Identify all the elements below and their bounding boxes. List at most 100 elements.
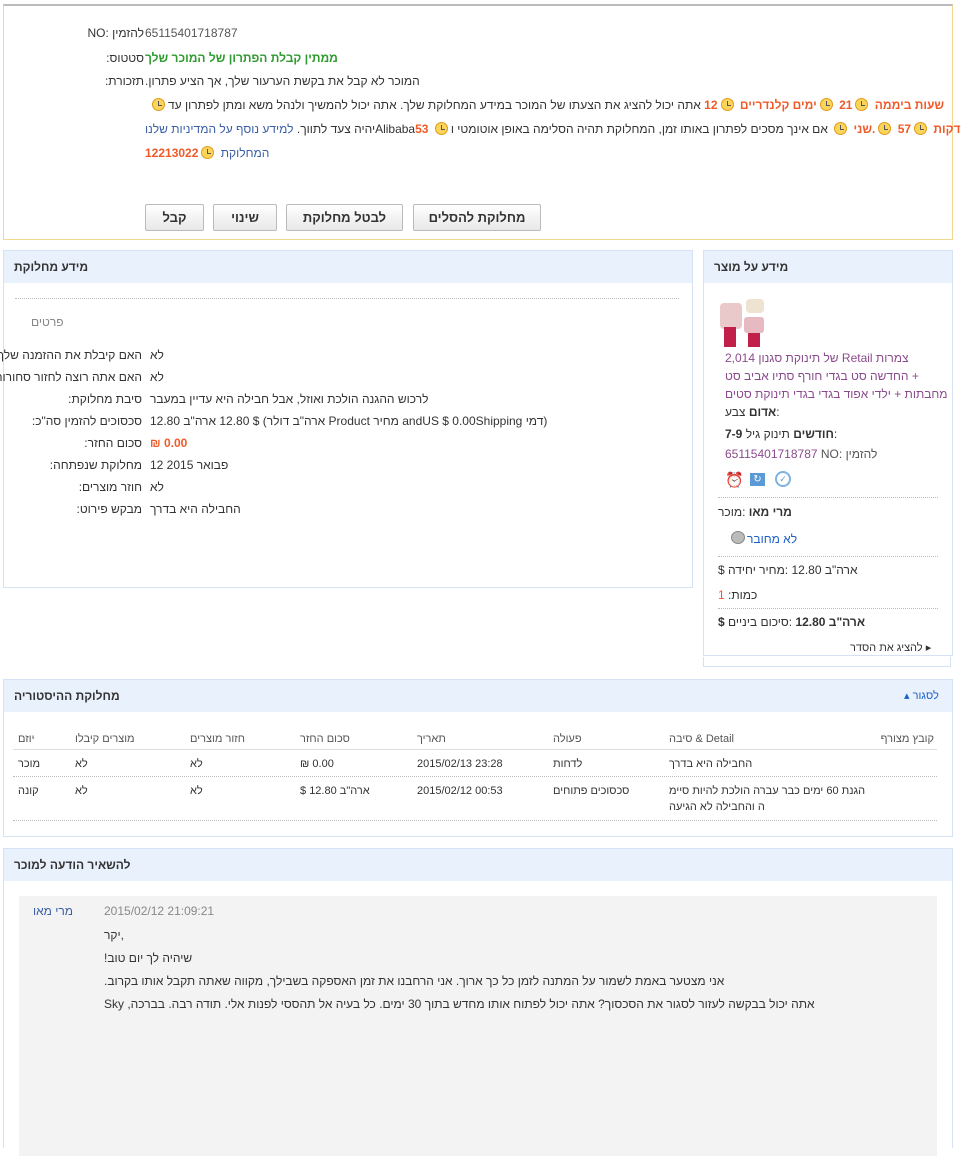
dispute-field-label: :סכסוכים להזמין סה"כ [31,414,142,428]
clock-icon [720,98,734,111]
unit-price-label: :מחיר יחידה [728,563,789,577]
offline-status-link[interactable]: לא מחובר [747,532,797,546]
countdown-days-unit: ימים קלנדריים [739,98,817,112]
order-number-value: 65115401718787 [145,26,238,40]
history-cell: הגנת 60 ימים כבר עברה הולכת להיות סיימ [669,785,866,797]
message-panel: להשאיר הודעה למוכר מרי מאו 2015/02/12 21… [3,848,953,1156]
dispute-field-label: :סיבת מחלוקת [68,392,142,406]
message-time: 2015/02/12 21:09:21 [104,904,215,918]
product-info-title: מידע על מוצר [704,251,952,283]
message-line: .אני מצטער באמת לשמור על המתנה לזמן כל כ… [104,974,725,988]
escalation-text: אם אינך מסכים לפתרון באותו זמן, המחלוקת … [450,122,828,136]
dispute-field-label: האם קיבלת את ההזמנה שלך [0,348,142,362]
clock-icon [855,98,869,111]
dispute-field-value: לרכוש ההגנה הולכת ואוזל, אבל חבילה היא ע… [150,392,429,406]
countdown-minutes: 53 [415,122,429,136]
policy-link[interactable]: למידע נוסף על המדיניות שלנו [145,122,294,136]
dispute-field-value: לא [150,348,164,362]
message-line: Sky ,אתה יכול בבקשה לעזור לסגור את הסכסו… [104,997,815,1011]
history-cell: לא [190,785,203,797]
dispute-field-label: האם אתה רוצה לחזור סחורות [0,370,142,384]
countdown-line-3: המחלוקת 12213022 [145,146,269,160]
dispute-history-panel: מחלוקת ההיסטוריה ▴ לסגור יוזם מוצרים קיבל… [3,679,953,837]
dispute-number: 12213022 [145,146,199,160]
history-cell: 2015/02/13 23:28 [417,758,503,770]
history-column-header: יוזם [18,733,35,745]
alarm-icon[interactable]: ⏰ [725,471,744,489]
mediation-text: יהיה צעד לתווך. [296,122,376,136]
countdown-hours-unit: שעות ביממה [874,98,945,112]
seller-label: :מוכר [718,505,746,519]
clock-icon [152,98,165,111]
history-cell: ₪ 0.00 [300,758,334,770]
product-image[interactable] [720,299,768,349]
dispute-field-value: ₪ 0.00 [150,436,188,450]
accept-button[interactable]: קבל [145,204,204,231]
reminder-label: :תזכורת [104,74,144,88]
dispute-field-label: :מחלוקת שנפתחה [49,458,142,472]
countdown-line-1: שעות ביממה 21 ימים קלנדריים 12 אתה יכול … [149,98,944,112]
details-section-label: פרטים [31,315,64,329]
history-cell: ה והחבילה לא הגיעה [669,801,765,813]
dispute-info-panel: מידע מחלוקת פרטים האם קיבלת את ההזמנה של… [0,250,693,588]
countdown-line-2: יהיה צעד לתווך. למידע נוסף על המדיניות ש… [145,122,960,136]
dispute-link[interactable]: המחלוקת [221,146,270,160]
clock-icon [914,122,928,135]
history-column-header: מוצרים קיבלו [75,733,135,745]
history-column-header: קובץ מצורף [880,733,934,745]
show-order-link[interactable]: להציג את הסדר ▸ [850,641,931,654]
countdown-text: אתה יכול להציג את הצעתו של המוכר במידע ה… [168,98,701,112]
dispute-field-value: החבילה היא בדרך [150,502,241,516]
clock-icon [834,122,848,135]
countdown-seconds: 57 [897,122,912,136]
product-name-line-1[interactable]: של תינוקת סגנון 2,014 Retail צמרות [725,351,909,365]
history-cell: 2015/02/12 00:53 [417,785,503,797]
product-order-value: 65115401718787 [725,447,818,461]
dispute-field-value: 12 2015 פבואר [150,458,229,472]
reminder-value: .המוכר לא קבל את בקשת הערעור שלך, אך הצי… [145,74,420,88]
history-column-header: חזור מוצרים [190,733,245,745]
escalate-dispute-button[interactable]: מחלוקת להסלים [413,204,541,231]
product-name-line-2[interactable]: החדשה סט בגדי חורף סתיו אביב סט + [725,369,919,383]
subtotal-label: :סיכום ביניים [728,615,793,629]
dispute-info-title: מידע מחלוקת [4,251,692,283]
message-line: !שיהיה לך יום טוב [104,951,193,965]
cancel-dispute-button[interactable]: לבטל מחלוקת [286,204,403,231]
history-cell: החבילה היא בדרך [669,758,753,770]
history-column-header: סיבה & Detail [669,733,734,745]
product-panel-footer [703,657,951,667]
history-cell: קונה [18,785,39,797]
history-cell: מוכר [18,758,41,770]
status-label: :סטטוס [106,51,144,65]
chat-offline-icon [731,531,745,544]
product-name-line-3[interactable]: מחבתות + ילדי אפוד בגדי בגדי תינוקת סטים [725,387,948,401]
clock-icon [878,122,892,135]
message-author[interactable]: מרי מאו [33,904,73,918]
countdown-seconds-unit: .שני [853,122,876,136]
seller-name[interactable]: מרי מאו [749,505,792,519]
countdown-minutes-unit: דקות [933,122,961,136]
history-cell: סכסוכים פתוחים [553,785,630,797]
dispute-history-title: מחלוקת ההיסטוריה [4,680,952,712]
history-cell: לא [75,785,88,797]
modify-button[interactable]: שינוי [213,204,277,231]
message-line: יקר, [104,928,124,942]
dispute-field-label: :סכום החזר [84,436,142,450]
quantity-label: :כמות [728,588,758,602]
clock-icon [201,146,215,159]
history-cell: $ ארה"ב 12.80 [300,785,370,797]
dispute-field-value: לא [150,480,164,494]
alibaba-text: Alibaba [375,122,416,136]
close-history-toggle[interactable]: ▴ לסגור [904,689,939,702]
history-column-header: תאריך [417,733,446,745]
order-number-label: NO: להזמין [87,26,144,40]
dispute-status-box: NO: להזמין 65115401718787 :סטטוס ממתין ק… [3,4,960,240]
product-info-panel: מידע על מוצר של תינוקת סגנון 2,014 Retai… [703,250,953,656]
message-panel-title: להשאיר הודעה למוכר [4,849,952,881]
color-value: אדום [748,405,777,419]
check-cycle-icon[interactable]: ✓ [775,471,791,487]
product-order-label: NO: להזמין [820,447,878,461]
countdown-hours: 21 [839,98,853,112]
dispute-field-value: 12.80 ארה"ב דולר) $ 12.80 ארה"ב Product … [150,414,548,428]
refresh-calendar-icon[interactable]: ↻ [750,473,765,486]
